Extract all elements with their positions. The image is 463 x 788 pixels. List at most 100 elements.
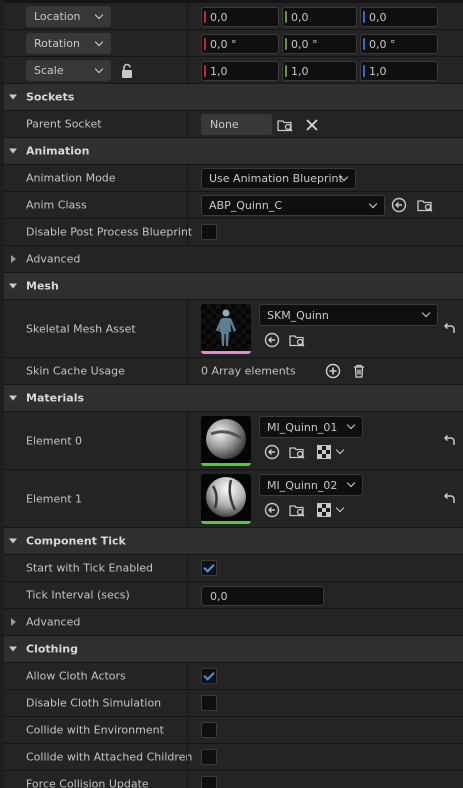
- texture-checker-icon[interactable]: [316, 444, 332, 460]
- scale-label: Scale: [34, 64, 64, 77]
- sockets-title: Sockets: [26, 90, 75, 104]
- materials-header[interactable]: Materials: [0, 385, 463, 412]
- animation-advanced-row[interactable]: Advanced: [0, 246, 463, 273]
- scale-row: Scale 1,0 1,0 1,0: [0, 57, 463, 84]
- force-collision-update-label: Force Collision Update: [26, 777, 149, 788]
- chevron-down-icon[interactable]: [335, 503, 345, 513]
- material-thumbnail[interactable]: [201, 416, 251, 466]
- disable-cloth-simulation-row: Disable Cloth Simulation: [0, 690, 463, 717]
- browse-asset-icon[interactable]: [289, 502, 305, 518]
- material-dropdown[interactable]: MI_Quinn_01: [259, 416, 363, 438]
- add-element-icon[interactable]: [325, 363, 341, 379]
- rotation-row: Rotation 0,0 ° 0,0 ° 0,0 °: [0, 30, 463, 57]
- location-y-field[interactable]: 0,0: [282, 7, 357, 27]
- skeletal-mesh-value: SKM_Quinn: [267, 308, 329, 322]
- animation-mode-dropdown[interactable]: Use Animation Blueprint: [201, 168, 356, 189]
- disable-post-process-row: Disable Post Process Blueprint: [0, 219, 463, 246]
- use-selected-icon[interactable]: [264, 502, 280, 518]
- disable-cloth-simulation-checkbox[interactable]: [201, 695, 217, 711]
- scale-y-field[interactable]: 1,0: [282, 61, 357, 81]
- rotation-x-field[interactable]: 0,0 °: [201, 34, 279, 54]
- scale-z-field[interactable]: 1,0: [360, 61, 438, 81]
- column-divider: [187, 771, 188, 788]
- lock-icon[interactable]: [119, 63, 135, 79]
- clothing-title: Clothing: [26, 642, 78, 656]
- rotation-z-field[interactable]: 0,0 °: [360, 34, 438, 54]
- trash-icon[interactable]: [351, 363, 367, 379]
- parent-socket-label: Parent Socket: [26, 117, 102, 131]
- location-mode-dropdown[interactable]: Location: [26, 6, 111, 27]
- skin-cache-label: Skin Cache Usage: [26, 364, 125, 378]
- parent-socket-field[interactable]: None: [201, 114, 272, 135]
- browse-asset-icon[interactable]: [289, 444, 305, 460]
- anim-class-dropdown[interactable]: ABP_Quinn_C: [201, 195, 385, 216]
- allow-cloth-actors-checkbox[interactable]: [201, 668, 217, 684]
- start-with-tick-checkbox[interactable]: [201, 560, 217, 576]
- scrollbar[interactable]: [0, 0, 4, 788]
- rotation-mode-dropdown[interactable]: Rotation: [26, 33, 111, 54]
- rotation-y-field[interactable]: 0,0 °: [282, 34, 357, 54]
- reset-to-default-icon[interactable]: [441, 433, 457, 449]
- chevron-down-icon: [94, 10, 104, 19]
- rotation-label: Rotation: [34, 37, 81, 50]
- material-dropdown[interactable]: MI_Quinn_02: [259, 474, 363, 496]
- column-divider: [187, 219, 188, 245]
- disable-cloth-simulation-label: Disable Cloth Simulation: [26, 696, 162, 710]
- chevron-down-icon: [346, 478, 356, 488]
- allow-cloth-actors-row: Allow Cloth Actors: [0, 663, 463, 690]
- skeletal-mesh-thumbnail[interactable]: [201, 304, 251, 354]
- collapse-arrow-icon: [9, 94, 17, 100]
- clothing-header[interactable]: Clothing: [0, 636, 463, 663]
- reset-to-default-icon[interactable]: [441, 491, 457, 507]
- allow-cloth-actors-label: Allow Cloth Actors: [26, 669, 126, 683]
- skin-cache-row: Skin Cache Usage 0 Array elements: [0, 358, 463, 385]
- use-selected-icon[interactable]: [264, 332, 280, 348]
- material-element-row: Element 1 MI_Quinn_02: [0, 470, 463, 528]
- collapse-arrow-icon: [9, 395, 17, 401]
- disable-post-process-label: Disable Post Process Blueprint: [26, 225, 193, 239]
- animation-mode-row: Animation Mode Use Animation Blueprint: [0, 165, 463, 192]
- disable-post-process-checkbox[interactable]: [201, 224, 217, 240]
- sockets-header[interactable]: Sockets: [0, 84, 463, 111]
- collide-environment-row: Collide with Environment: [0, 717, 463, 744]
- animation-mode-label: Animation Mode: [26, 171, 116, 185]
- animation-title: Animation: [26, 144, 90, 158]
- clear-socket-icon[interactable]: [304, 117, 320, 133]
- column-divider: [187, 3, 188, 29]
- material-element-row: Element 0 MI_Quinn_01: [0, 412, 463, 470]
- parent-socket-row: Parent Socket None: [0, 111, 463, 138]
- location-x-field[interactable]: 0,0: [201, 7, 279, 27]
- use-selected-icon[interactable]: [391, 197, 407, 213]
- collapse-arrow-icon: [9, 646, 17, 652]
- texture-checker-icon[interactable]: [316, 502, 332, 518]
- reset-to-default-icon[interactable]: [441, 321, 457, 337]
- component-tick-header[interactable]: Component Tick: [0, 528, 463, 555]
- browse-asset-icon[interactable]: [417, 197, 433, 213]
- chevron-down-icon[interactable]: [335, 445, 345, 455]
- scale-x-field[interactable]: 1,0: [201, 61, 279, 81]
- location-z-field[interactable]: 0,0: [360, 7, 438, 27]
- tick-advanced-label: Advanced: [26, 615, 81, 629]
- animation-advanced-label: Advanced: [26, 252, 81, 266]
- browse-socket-icon[interactable]: [277, 117, 293, 133]
- tick-interval-field[interactable]: 0,0: [201, 586, 324, 606]
- collide-attached-children-label: Collide with Attached Children: [26, 750, 193, 764]
- skeletal-mesh-dropdown[interactable]: SKM_Quinn: [259, 304, 438, 326]
- collapse-arrow-icon: [9, 148, 17, 154]
- material-element-label: Element 1: [26, 492, 83, 505]
- mesh-header[interactable]: Mesh: [0, 273, 463, 300]
- column-divider: [187, 111, 188, 137]
- collide-attached-children-checkbox[interactable]: [201, 749, 217, 765]
- tick-advanced-row[interactable]: Advanced: [0, 609, 463, 636]
- start-with-tick-row: Start with Tick Enabled: [0, 555, 463, 582]
- collide-environment-checkbox[interactable]: [201, 722, 217, 738]
- material-thumbnail[interactable]: [201, 474, 251, 524]
- force-collision-update-checkbox[interactable]: [201, 776, 217, 788]
- browse-asset-icon[interactable]: [289, 332, 305, 348]
- scale-mode-dropdown[interactable]: Scale: [26, 60, 111, 81]
- anim-class-row: Anim Class ABP_Quinn_C: [0, 192, 463, 219]
- mesh-title: Mesh: [26, 279, 59, 293]
- use-selected-icon[interactable]: [264, 444, 280, 460]
- animation-header[interactable]: Animation: [0, 138, 463, 165]
- column-divider: [187, 663, 188, 689]
